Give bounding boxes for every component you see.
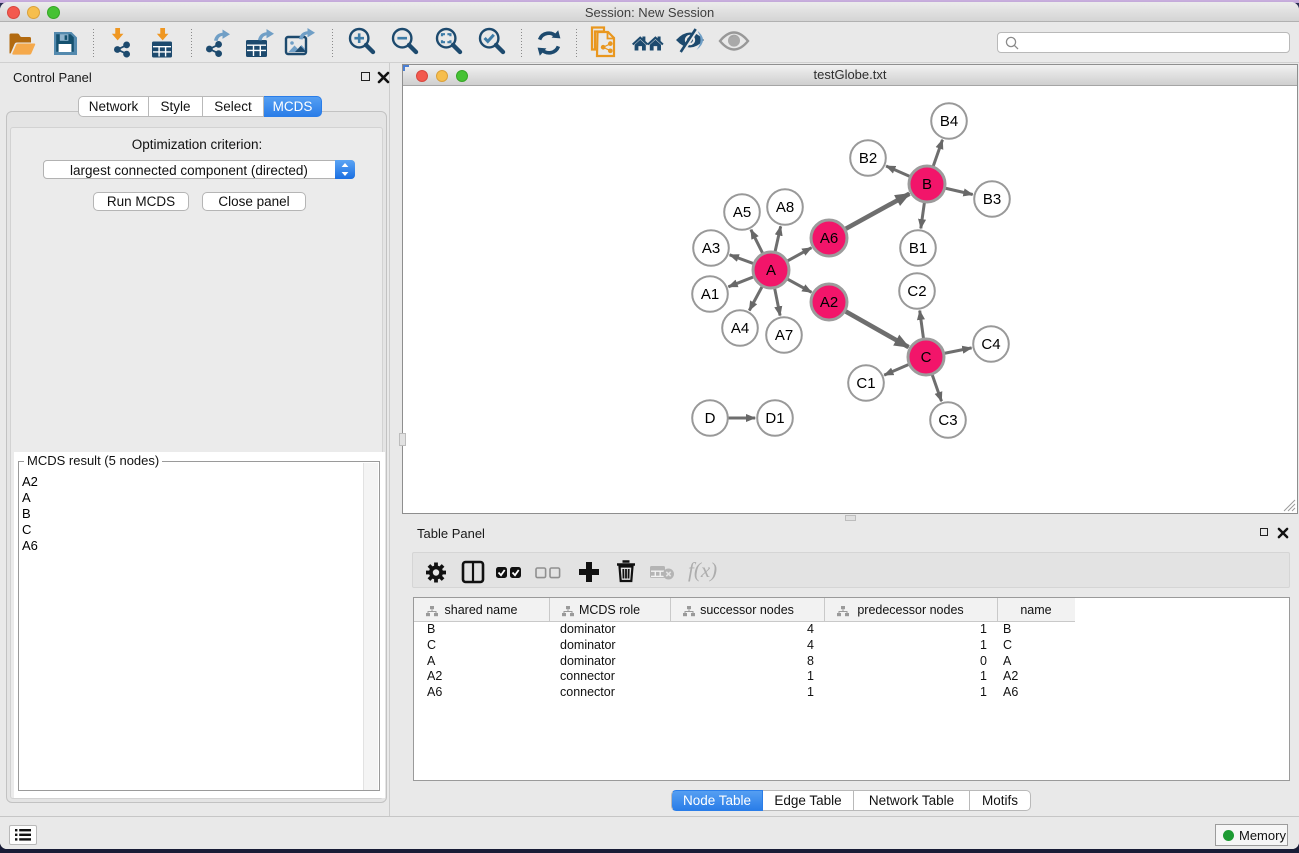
svg-text:A1: A1	[701, 286, 719, 303]
svg-text:C1: C1	[856, 375, 875, 392]
svg-text:B1: B1	[909, 240, 927, 257]
svg-text:A4: A4	[731, 320, 749, 337]
svg-text:B3: B3	[983, 191, 1001, 208]
svg-text:A8: A8	[776, 199, 794, 216]
svg-text:B2: B2	[859, 150, 877, 167]
svg-text:C3: C3	[938, 412, 957, 429]
svg-text:D: D	[705, 410, 716, 427]
svg-text:A2: A2	[820, 294, 838, 311]
svg-text:A5: A5	[733, 204, 751, 221]
svg-text:A3: A3	[702, 240, 720, 257]
svg-text:B4: B4	[940, 113, 958, 130]
svg-text:C: C	[921, 349, 932, 366]
svg-text:A6: A6	[820, 230, 838, 247]
svg-text:A: A	[766, 262, 776, 279]
svg-text:D1: D1	[765, 410, 784, 427]
svg-text:A7: A7	[775, 327, 793, 344]
svg-text:B: B	[922, 176, 932, 193]
svg-text:C2: C2	[907, 283, 926, 300]
svg-text:C4: C4	[981, 336, 1000, 353]
